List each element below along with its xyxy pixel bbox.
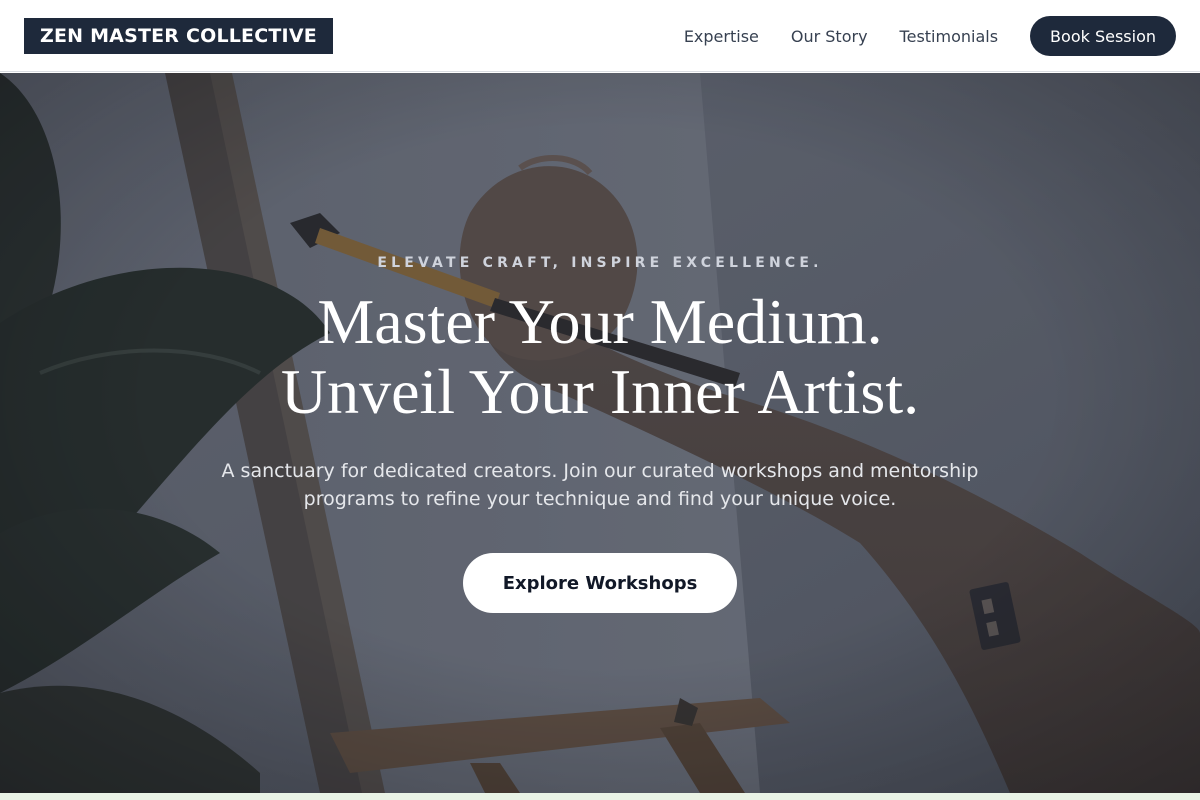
hero-subtext: A sanctuary for dedicated creators. Join… xyxy=(221,460,979,510)
hero-headline-line-2: Unveil Your Inner Artist. xyxy=(280,356,920,427)
hero-content: ELEVATE CRAFT, INSPIRE EXCELLENCE. Maste… xyxy=(0,73,1200,793)
book-session-button[interactable]: Book Session xyxy=(1030,16,1176,56)
page-bottom-strip xyxy=(0,793,1200,800)
hero-headline: Master Your Medium. Unveil Your Inner Ar… xyxy=(0,287,1200,427)
brand-logo[interactable]: ZEN MASTER COLLECTIVE xyxy=(24,18,333,54)
hero-headline-line-1: Master Your Medium. xyxy=(317,286,883,357)
nav-link-testimonials[interactable]: Testimonials xyxy=(900,27,999,46)
hero-section: ELEVATE CRAFT, INSPIRE EXCELLENCE. Maste… xyxy=(0,73,1200,793)
main-nav: Expertise Our Story Testimonials Book Se… xyxy=(684,16,1176,56)
site-header: ZEN MASTER COLLECTIVE Expertise Our Stor… xyxy=(0,0,1200,72)
explore-workshops-button[interactable]: Explore Workshops xyxy=(463,553,737,613)
hero-eyebrow: ELEVATE CRAFT, INSPIRE EXCELLENCE. xyxy=(377,255,823,271)
nav-link-expertise[interactable]: Expertise xyxy=(684,27,759,46)
nav-link-our-story[interactable]: Our Story xyxy=(791,27,868,46)
